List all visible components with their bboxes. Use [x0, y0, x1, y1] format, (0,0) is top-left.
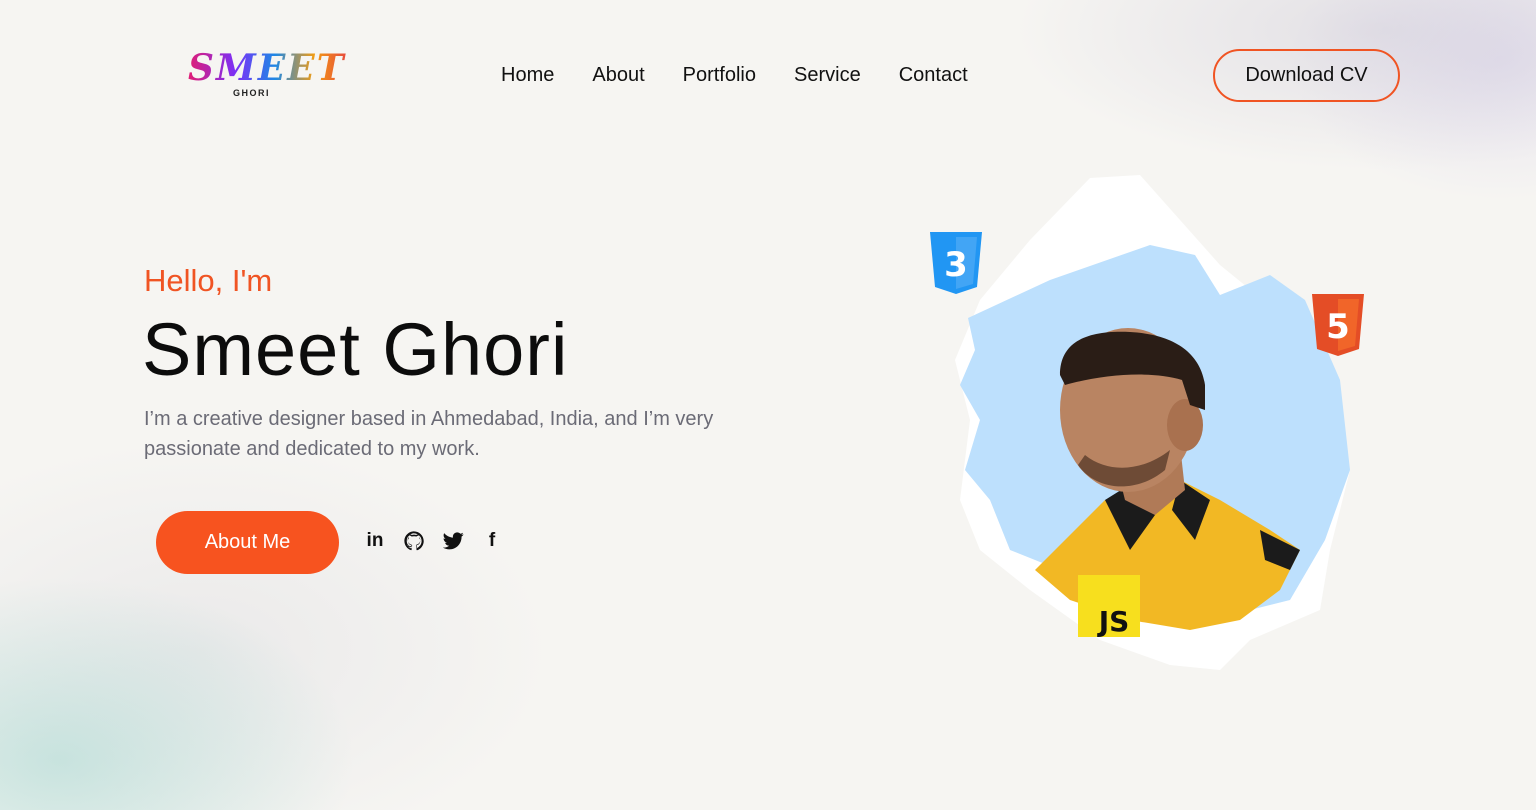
nav-portfolio[interactable]: Portfolio	[683, 62, 756, 88]
facebook-glyph: f	[488, 530, 496, 551]
linkedin-icon[interactable]: in	[363, 529, 387, 553]
download-cv-button[interactable]: Download CV	[1213, 49, 1400, 102]
about-me-button[interactable]: About Me	[156, 511, 339, 574]
hero-greeting: Hello, I'm	[144, 263, 273, 298]
html5-label: 5	[1326, 307, 1350, 347]
site-logo[interactable]: SMEET GHORI	[188, 48, 344, 104]
logo-text: SMEET	[188, 47, 346, 89]
github-glyph	[404, 531, 424, 551]
nav-home[interactable]: Home	[501, 62, 554, 88]
facebook-icon[interactable]: f	[480, 529, 504, 553]
nav-service[interactable]: Service	[794, 62, 861, 88]
logo-subtext: GHORI	[233, 88, 271, 98]
main-nav: Home About Portfolio Service Contact	[501, 62, 1006, 88]
linkedin-glyph: in	[366, 530, 384, 551]
javascript-icon: JS	[1078, 575, 1140, 637]
github-icon[interactable]	[402, 529, 426, 553]
twitter-icon[interactable]	[441, 529, 465, 553]
twitter-glyph	[442, 532, 464, 550]
hero-name: Smeet Ghori	[142, 308, 569, 391]
hero-illustration: 3 5 JS	[920, 170, 1380, 680]
brush-backdrop	[955, 175, 1350, 670]
hero-description: I’m a creative designer based in Ahmedab…	[144, 408, 714, 460]
css3-icon: 3	[930, 232, 982, 294]
nav-contact[interactable]: Contact	[899, 62, 968, 88]
html5-icon: 5	[1312, 294, 1364, 356]
javascript-label: JS	[1097, 605, 1130, 637]
social-links: in f	[363, 529, 519, 553]
css3-label: 3	[944, 245, 968, 285]
nav-about[interactable]: About	[592, 62, 644, 88]
